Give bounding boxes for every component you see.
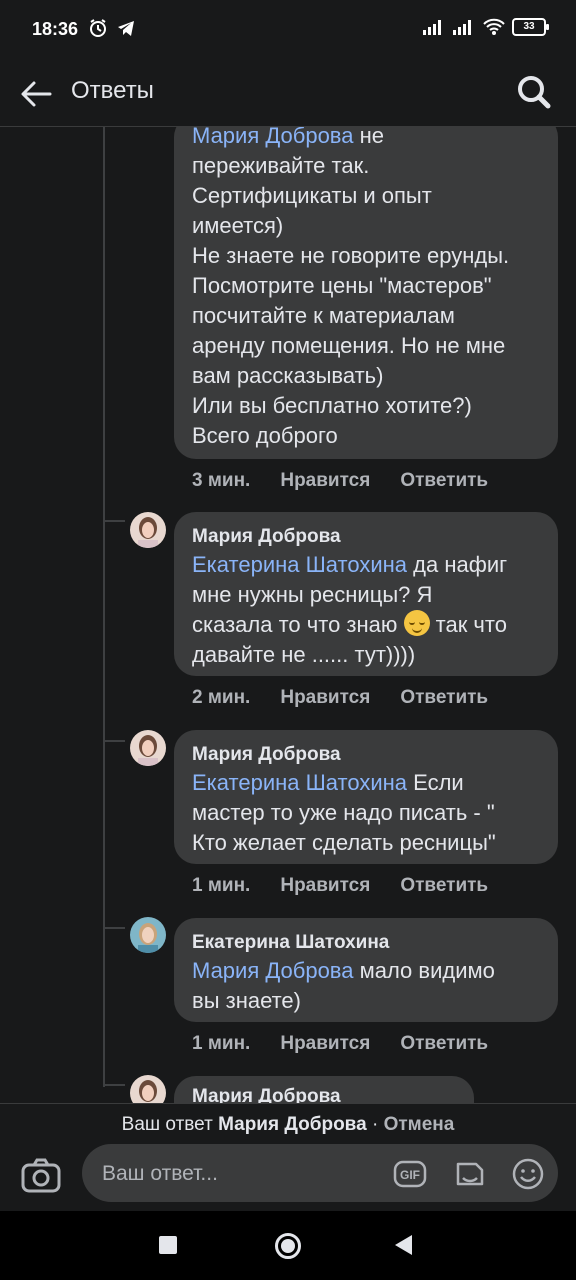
reply-input-container: GIF [82, 1144, 558, 1204]
camera-icon[interactable] [20, 1156, 62, 1196]
reply-button[interactable]: Ответить [400, 1033, 488, 1055]
relieved-face-emoji [403, 610, 430, 636]
comment-time: 3 мин. [192, 470, 251, 491]
telegram-icon [118, 21, 134, 36]
comment-time: 1 мин. [192, 1033, 251, 1054]
back-arrow-icon[interactable] [16, 74, 56, 114]
wifi-icon [483, 18, 505, 35]
signal-icon [453, 20, 471, 35]
comment-bubble[interactable]: Мария Доброва не переживайте так. Сертиф… [174, 127, 558, 459]
comment-time: 2 мин. [192, 687, 251, 708]
comment-author[interactable]: Екатерина Шатохина [192, 930, 540, 956]
comment-actions: 2 мин. Нравится Ответить [192, 687, 518, 709]
reply-target-name: Мария Доброва [218, 1114, 367, 1135]
mention-link[interactable]: Мария Доброва [192, 127, 354, 148]
comment-author[interactable]: Мария Доброва [192, 524, 540, 550]
svg-text:GIF: GIF [400, 1168, 420, 1182]
reply-composer: Ваш ответ Мария Доброва · Отмена GIF [0, 1103, 576, 1212]
system-nav-bar [0, 1211, 576, 1280]
reply-button[interactable]: Ответить [400, 875, 488, 897]
mention-link[interactable]: Мария Доброва [192, 958, 354, 983]
battery-icon: 33 [512, 18, 549, 36]
comment-time: 1 мин. [192, 875, 251, 896]
alarm-icon [90, 19, 106, 37]
mention-link[interactable]: Екатерина Шатохина [192, 552, 407, 577]
signal-icon [423, 20, 441, 35]
comment-text: Екатерина Шатохина да нафиг мне нужны ре… [192, 552, 508, 667]
avatar[interactable] [130, 917, 166, 953]
comment-author[interactable]: Мария Доброва [192, 1084, 456, 1103]
system-back-button[interactable] [395, 1235, 412, 1255]
gif-icon[interactable]: GIF [392, 1156, 428, 1192]
comment-actions: 1 мин. Нравится Ответить [192, 875, 518, 897]
comment-text: Мария Доброва мало видимо вы знаете) [192, 958, 495, 1013]
comment-actions: 3 мин. Нравится Ответить [192, 470, 518, 492]
comment-thread: Мария Доброва не переживайте так. Сертиф… [0, 127, 576, 1103]
comment-author[interactable]: Мария Доброва [192, 742, 540, 768]
search-icon[interactable] [514, 72, 554, 112]
mention-link[interactable]: Екатерина Шатохина [192, 770, 407, 795]
comment-bubble[interactable]: Мария Доброва [174, 1076, 474, 1103]
thread-line [103, 127, 105, 1087]
comment-bubble[interactable]: Мария Доброва Екатерина Шатохина да нафи… [174, 512, 558, 676]
comment-text: Мария Доброва не переживайте так. Сертиф… [192, 127, 540, 451]
reply-input[interactable] [100, 1144, 384, 1204]
like-button[interactable]: Нравится [280, 875, 370, 897]
comment-bubble[interactable]: Мария Доброва Екатерина Шатохина Если ма… [174, 730, 558, 864]
like-button[interactable]: Нравится [280, 470, 370, 492]
cancel-reply-button[interactable]: Отмена [384, 1114, 455, 1135]
like-button[interactable]: Нравится [280, 687, 370, 709]
sticker-icon[interactable] [452, 1156, 488, 1192]
page-title: Ответы [71, 77, 154, 104]
avatar[interactable] [130, 512, 166, 548]
comment-actions: 1 мин. Нравится Ответить [192, 1033, 518, 1055]
comment-text: Екатерина Шатохина Если мастер то уже на… [192, 770, 496, 855]
like-button[interactable]: Нравится [280, 1033, 370, 1055]
status-bar: 18:36 33 [0, 0, 576, 62]
app-bar: Ответы [0, 62, 576, 127]
avatar[interactable] [130, 730, 166, 766]
avatar[interactable] [130, 1075, 166, 1103]
comment-bubble[interactable]: Екатерина Шатохина Мария Доброва мало ви… [174, 918, 558, 1022]
home-button[interactable] [275, 1233, 301, 1259]
emoji-icon[interactable] [510, 1156, 546, 1192]
reply-button[interactable]: Ответить [400, 470, 488, 492]
status-time: 18:36 [32, 19, 79, 39]
reply-button[interactable]: Ответить [400, 687, 488, 709]
recents-button[interactable] [159, 1236, 177, 1254]
reply-target-info: Ваш ответ Мария Доброва · Отмена [121, 1114, 455, 1135]
